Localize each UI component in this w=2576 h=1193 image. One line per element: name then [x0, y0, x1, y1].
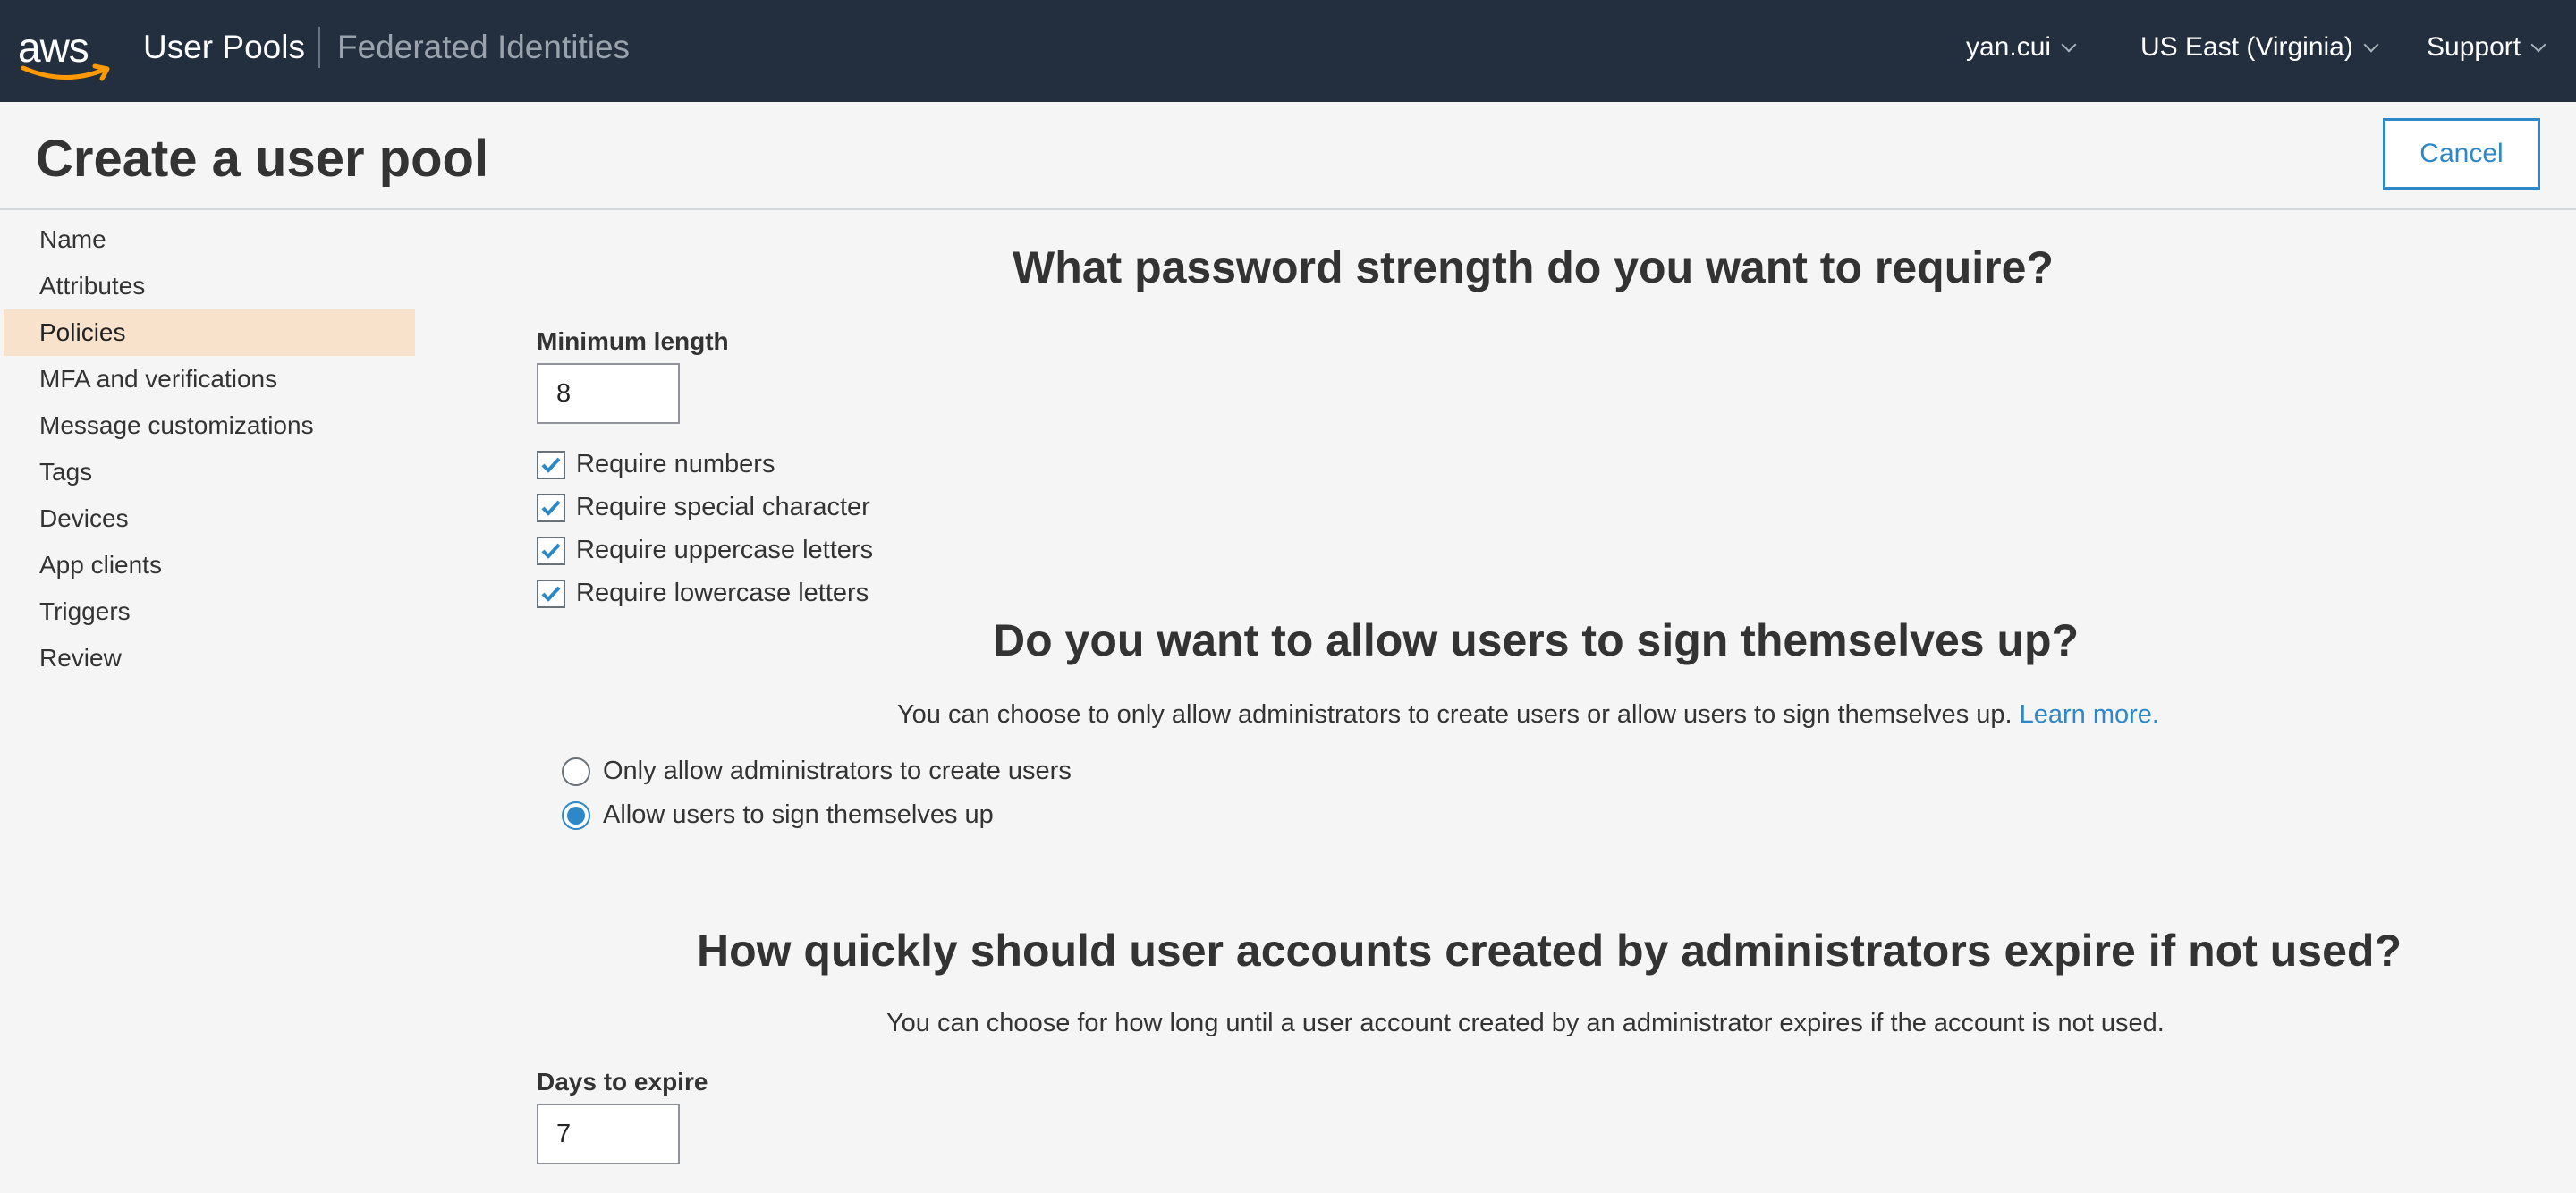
checkmark-icon — [541, 457, 561, 473]
admin-only-option[interactable]: Only allow administrators to create user… — [562, 757, 1072, 786]
expire-heading: How quickly should user accounts created… — [697, 926, 2402, 976]
days-to-expire-input[interactable]: 7 — [537, 1104, 680, 1164]
admin-only-label: Only allow administrators to create user… — [603, 757, 1072, 785]
signup-description: You can choose to only allow administrat… — [897, 700, 2159, 730]
require-lowercase-label: Require lowercase letters — [576, 579, 869, 607]
signup-description-text: You can choose to only allow administrat… — [897, 700, 2012, 729]
learn-more-link[interactable]: Learn more. — [2020, 700, 2159, 729]
checkmark-icon — [541, 543, 561, 559]
require-uppercase-row[interactable]: Require uppercase letters — [537, 536, 873, 565]
password-heading: What password strength do you want to re… — [1013, 242, 2054, 292]
sidebar-item-mfa[interactable]: MFA and verifications — [4, 356, 415, 402]
nav-user-pools[interactable]: User Pools — [143, 29, 305, 66]
sidebar-item-name[interactable]: Name — [4, 216, 415, 263]
min-length-input[interactable]: 8 — [537, 363, 680, 424]
require-special-row[interactable]: Require special character — [537, 493, 870, 522]
self-signup-option[interactable]: Allow users to sign themselves up — [562, 800, 994, 830]
region-menu-label: US East (Virginia) — [2140, 32, 2353, 62]
days-to-expire-label: Days to expire — [537, 1068, 708, 1096]
aws-logo[interactable]: aws — [18, 23, 111, 86]
chevron-down-icon — [2061, 37, 2077, 53]
top-nav: aws User Pools Federated Identities yan.… — [0, 0, 2576, 102]
page-title: Create a user pool — [36, 130, 489, 188]
sidebar-item-message-customizations[interactable]: Message customizations — [4, 402, 415, 449]
require-numbers-checkbox[interactable] — [537, 450, 565, 479]
self-signup-radio[interactable] — [562, 800, 590, 830]
support-menu[interactable]: Support — [2427, 32, 2546, 63]
sidebar-item-app-clients[interactable]: App clients — [4, 542, 415, 588]
min-length-label: Minimum length — [537, 327, 729, 355]
require-numbers-label: Require numbers — [576, 450, 775, 478]
chevron-down-icon — [2363, 37, 2379, 53]
nav-divider — [318, 27, 320, 68]
self-signup-label: Allow users to sign themselves up — [603, 800, 994, 829]
require-special-checkbox[interactable] — [537, 493, 565, 522]
user-menu[interactable]: yan.cui — [1966, 32, 2077, 63]
sidebar-item-attributes[interactable]: Attributes — [4, 263, 415, 309]
page-header: Create a user pool Cancel — [0, 102, 2576, 210]
cancel-button[interactable]: Cancel — [2383, 118, 2540, 190]
admin-only-radio[interactable] — [562, 757, 590, 786]
require-special-label: Require special character — [576, 493, 870, 521]
support-menu-label: Support — [2427, 32, 2521, 62]
signup-heading: Do you want to allow users to sign thems… — [993, 615, 2080, 665]
aws-smile-icon — [21, 63, 110, 81]
sidebar-item-triggers[interactable]: Triggers — [4, 588, 415, 635]
checkmark-icon — [541, 586, 561, 602]
user-menu-label: yan.cui — [1966, 32, 2052, 62]
radio-selected-dot — [567, 806, 585, 825]
checkmark-icon — [541, 500, 561, 516]
require-uppercase-label: Require uppercase letters — [576, 536, 874, 564]
require-lowercase-row[interactable]: Require lowercase letters — [537, 579, 869, 608]
require-numbers-row[interactable]: Require numbers — [537, 450, 775, 479]
nav-federated-identities[interactable]: Federated Identities — [337, 29, 630, 66]
region-menu[interactable]: US East (Virginia) — [2140, 32, 2379, 63]
sidebar-item-devices[interactable]: Devices — [4, 495, 415, 542]
sidebar-item-policies[interactable]: Policies — [4, 309, 415, 356]
require-uppercase-checkbox[interactable] — [537, 536, 565, 565]
sidebar-item-review[interactable]: Review — [4, 635, 415, 681]
chevron-down-icon — [2530, 37, 2546, 53]
sidebar-item-tags[interactable]: Tags — [4, 449, 415, 495]
require-lowercase-checkbox[interactable] — [537, 579, 565, 608]
expire-description: You can choose for how long until a user… — [886, 1009, 2165, 1037]
